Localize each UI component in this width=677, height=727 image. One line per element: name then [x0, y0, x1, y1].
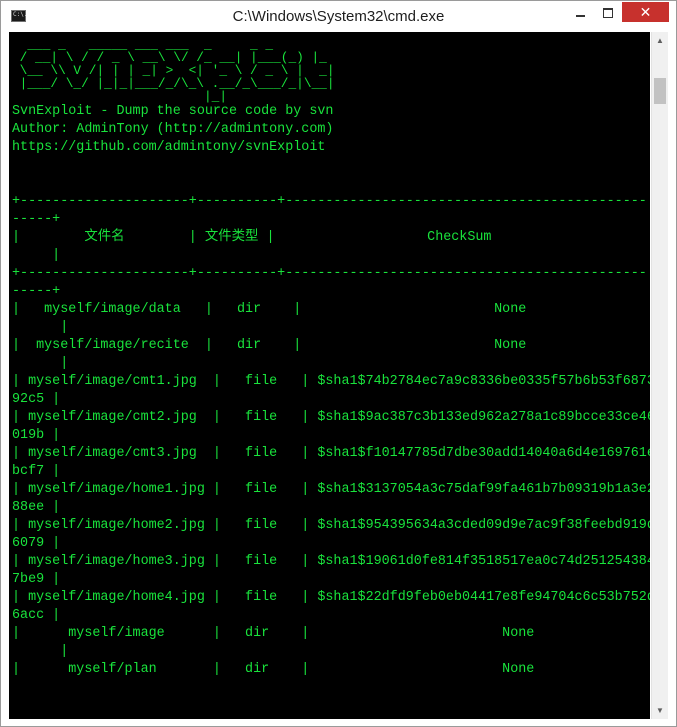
console-line: 92c5 |: [12, 392, 61, 407]
console-line: |: [12, 320, 69, 335]
console-line: | myself/image/recite | dir | None: [12, 338, 527, 353]
cmd-window: C:\. C:\Windows\System32\cmd.exe ✕ ___ _…: [0, 0, 677, 727]
console-line: | myself/image/home3.jpg | file | $sha1$…: [12, 554, 650, 569]
console-line: |: [12, 248, 61, 263]
console-line: |: [12, 644, 69, 659]
maximize-icon: [603, 7, 613, 18]
console-line: | myself/image/cmt3.jpg | file | $sha1$f…: [12, 446, 650, 461]
console-line: -----+: [12, 284, 61, 299]
console-line: | myself/image | dir | None: [12, 626, 535, 641]
console-line: | myself/image/home1.jpg | file | $sha1$…: [12, 482, 650, 497]
console-line: | myself/image/cmt2.jpg | file | $sha1$9…: [12, 410, 650, 425]
console-line: | 文件名 | 文件类型 | CheckSum: [12, 230, 492, 245]
scroll-up-icon[interactable]: ▲: [652, 32, 668, 49]
console-text: SvnExploit - Dump the source code by svn…: [9, 103, 650, 679]
console-line: | myself/image/home4.jpg | file | $sha1$…: [12, 590, 650, 605]
console-line: 88ee |: [12, 500, 61, 515]
console-line: 7be9 |: [12, 572, 61, 587]
maximize-button[interactable]: [594, 2, 622, 22]
console-line: | myself/image/cmt1.jpg | file | $sha1$7…: [12, 374, 650, 389]
console-line: | myself/image/home2.jpg | file | $sha1$…: [12, 518, 650, 533]
console-line: +---------------------+----------+------…: [12, 194, 647, 209]
console-line: Author: AdminTony (http://admintony.com): [12, 122, 334, 137]
console-line: SvnExploit - Dump the source code by svn: [12, 104, 334, 119]
console-line: | myself/plan | dir | None: [12, 662, 535, 677]
close-button[interactable]: ✕: [622, 2, 669, 22]
console-line: 019b |: [12, 428, 61, 443]
scroll-thumb[interactable]: [654, 78, 666, 104]
title-bar[interactable]: C:\. C:\Windows\System32\cmd.exe ✕: [1, 1, 676, 32]
console-line: -----+: [12, 212, 61, 227]
console-line: 6acc |: [12, 608, 61, 623]
console-output[interactable]: ___ _ _____ ___ ___ _ _ _ / __| \ / / _ …: [9, 32, 650, 719]
minimize-icon: [575, 14, 585, 17]
minimize-button[interactable]: [566, 2, 594, 22]
console-line: https://github.com/admintony/svnExploit: [12, 140, 326, 155]
console-line: +---------------------+----------+------…: [12, 266, 647, 281]
scroll-down-icon[interactable]: ▼: [652, 702, 668, 719]
close-icon: ✕: [639, 4, 652, 20]
console-line: |: [12, 356, 69, 371]
console-line: |_|: [12, 89, 228, 104]
console-line: 6079 |: [12, 536, 61, 551]
ascii-banner: ___ _ _____ ___ ___ _ _ _ / __| \ / / _ …: [9, 32, 650, 103]
vertical-scrollbar[interactable]: ▲ ▼: [651, 32, 668, 719]
console-line: | myself/image/data | dir | None: [12, 302, 527, 317]
console-line: bcf7 |: [12, 464, 61, 479]
